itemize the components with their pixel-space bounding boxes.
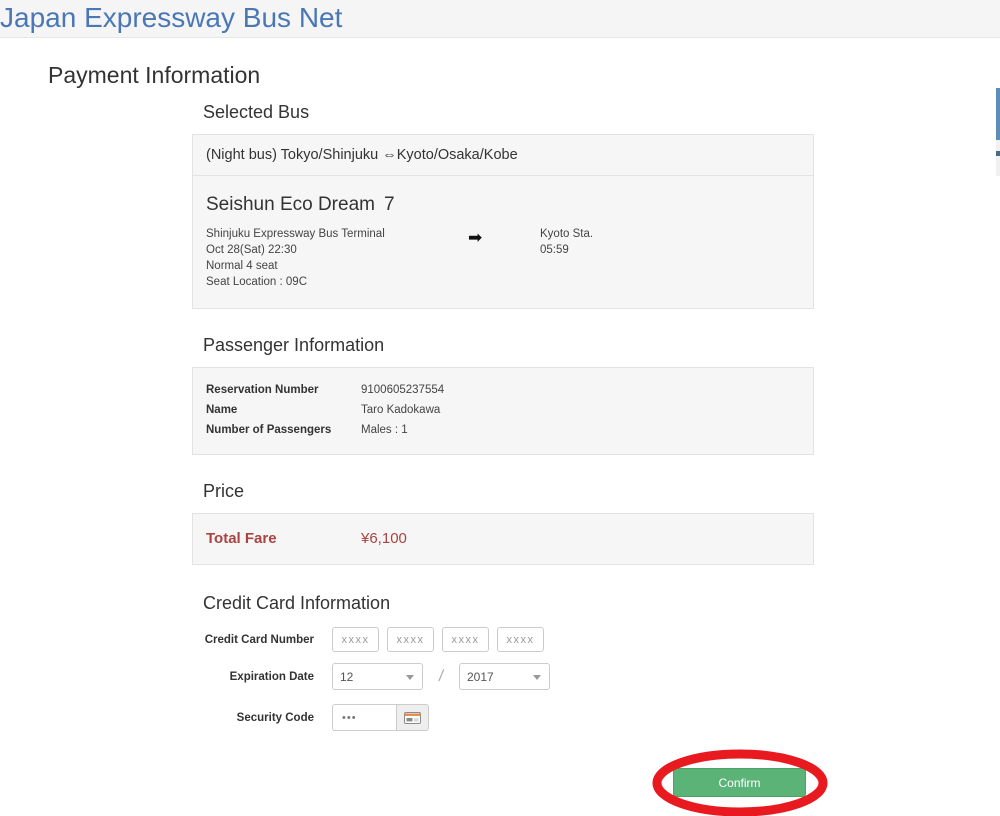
credit-card-form: Credit Card Number xxxx xxxx xxxx xxxx E… bbox=[192, 627, 814, 731]
table-row: Name Taro Kadokawa bbox=[206, 400, 800, 420]
bus-route: (Night bus) Tokyo/Shinjuku ⇔Kyoto/Osaka/… bbox=[193, 135, 813, 176]
scrollbar-thumb[interactable] bbox=[996, 88, 1000, 140]
expiration-year-value: 2017 bbox=[467, 669, 494, 684]
arrival-info: Kyoto Sta. 05:59 bbox=[540, 226, 593, 258]
site-title: Japan Expressway Bus Net bbox=[0, 2, 343, 33]
reservation-number-value: 9100605237554 bbox=[361, 384, 445, 396]
expiration-month-select[interactable]: 12 bbox=[332, 663, 423, 690]
passenger-count-label: Number of Passengers bbox=[206, 424, 332, 436]
card-number-input-4[interactable]: xxxx bbox=[497, 627, 544, 652]
departure-datetime: Oct 28(Sat) 22:30 bbox=[206, 244, 297, 256]
confirm-button[interactable]: Confirm bbox=[673, 768, 806, 797]
table-row: Number of Passengers Males : 1 bbox=[206, 420, 800, 440]
bus-number: 7 bbox=[383, 194, 395, 215]
arrival-place: Kyoto Sta. bbox=[540, 228, 594, 240]
date-separator: / bbox=[437, 667, 445, 685]
total-fare-row: Total Fare ¥6,100 bbox=[193, 514, 813, 564]
site-header: Japan Expressway Bus Net bbox=[0, 0, 1000, 38]
bus-name: Seishun Eco Dream 7 bbox=[206, 192, 800, 218]
selected-bus-panel: (Night bus) Tokyo/Shinjuku ⇔Kyoto/Osaka/… bbox=[192, 134, 814, 309]
arrival-time: 05:59 bbox=[540, 244, 569, 256]
credit-card-icon-button[interactable] bbox=[396, 704, 429, 731]
passenger-panel: Reservation Number 9100605237554 Name Ta… bbox=[192, 367, 814, 455]
credit-card-number-label: Credit Card Number bbox=[204, 633, 314, 646]
bus-name-text: Seishun Eco Dream bbox=[206, 194, 375, 215]
departure-info: Shinjuku Expressway Bus Terminal Oct 28(… bbox=[206, 226, 468, 290]
name-label: Name bbox=[206, 404, 238, 416]
passenger-section-title: Passenger Information bbox=[203, 335, 385, 355]
seat-location: Seat Location : 09C bbox=[206, 276, 308, 288]
security-code-label: Security Code bbox=[236, 711, 314, 724]
name-value: Taro Kadokawa bbox=[361, 404, 441, 416]
credit-card-number-row: Credit Card Number xxxx xxxx xxxx xxxx bbox=[192, 627, 814, 652]
main-content: Selected Bus (Night bus) Tokyo/Shinjuku … bbox=[192, 100, 814, 742]
departure-place: Shinjuku Expressway Bus Terminal bbox=[206, 228, 385, 240]
card-number-input-1[interactable]: xxxx bbox=[332, 627, 379, 652]
confirm-area: Confirm bbox=[630, 746, 860, 816]
chevron-down-icon bbox=[533, 674, 541, 680]
bus-details: Seishun Eco Dream 7 Shinjuku Expressway B… bbox=[193, 176, 813, 308]
price-section-title: Price bbox=[203, 481, 245, 501]
passenger-count-value: Males : 1 bbox=[361, 424, 408, 436]
table-row: Reservation Number 9100605237554 bbox=[206, 380, 800, 400]
seat-type: Normal 4 seat bbox=[206, 260, 278, 272]
expiration-year-select[interactable]: 2017 bbox=[459, 663, 550, 690]
price-panel: Total Fare ¥6,100 bbox=[192, 513, 814, 565]
expiration-date-row: Expiration Date 12 / 2017 bbox=[192, 663, 814, 690]
selected-bus-section-title: Selected Bus bbox=[203, 102, 310, 122]
card-number-input-2[interactable]: xxxx bbox=[387, 627, 434, 652]
security-code-row: Security Code ••• bbox=[192, 704, 814, 731]
scrollbar-marker bbox=[996, 151, 1000, 156]
credit-card-icon bbox=[404, 711, 421, 724]
expiration-date-label: Expiration Date bbox=[229, 670, 314, 683]
passenger-details: Reservation Number 9100605237554 Name Ta… bbox=[193, 368, 813, 454]
bus-legs: Shinjuku Expressway Bus Terminal Oct 28(… bbox=[206, 226, 800, 290]
security-code-input[interactable]: ••• bbox=[332, 704, 396, 731]
total-fare-value: ¥6,100 bbox=[361, 530, 407, 547]
total-fare-label: Total Fare bbox=[206, 530, 277, 547]
page-title: Payment Information bbox=[48, 62, 261, 88]
security-code-group: ••• bbox=[332, 704, 429, 731]
chevron-down-icon bbox=[406, 674, 414, 680]
credit-card-section-title: Credit Card Information bbox=[203, 593, 391, 613]
expiration-month-value: 12 bbox=[340, 669, 354, 684]
card-number-input-3[interactable]: xxxx bbox=[442, 627, 489, 652]
arrow-right-icon: ➡ bbox=[468, 228, 483, 247]
reservation-number-label: Reservation Number bbox=[206, 384, 319, 396]
